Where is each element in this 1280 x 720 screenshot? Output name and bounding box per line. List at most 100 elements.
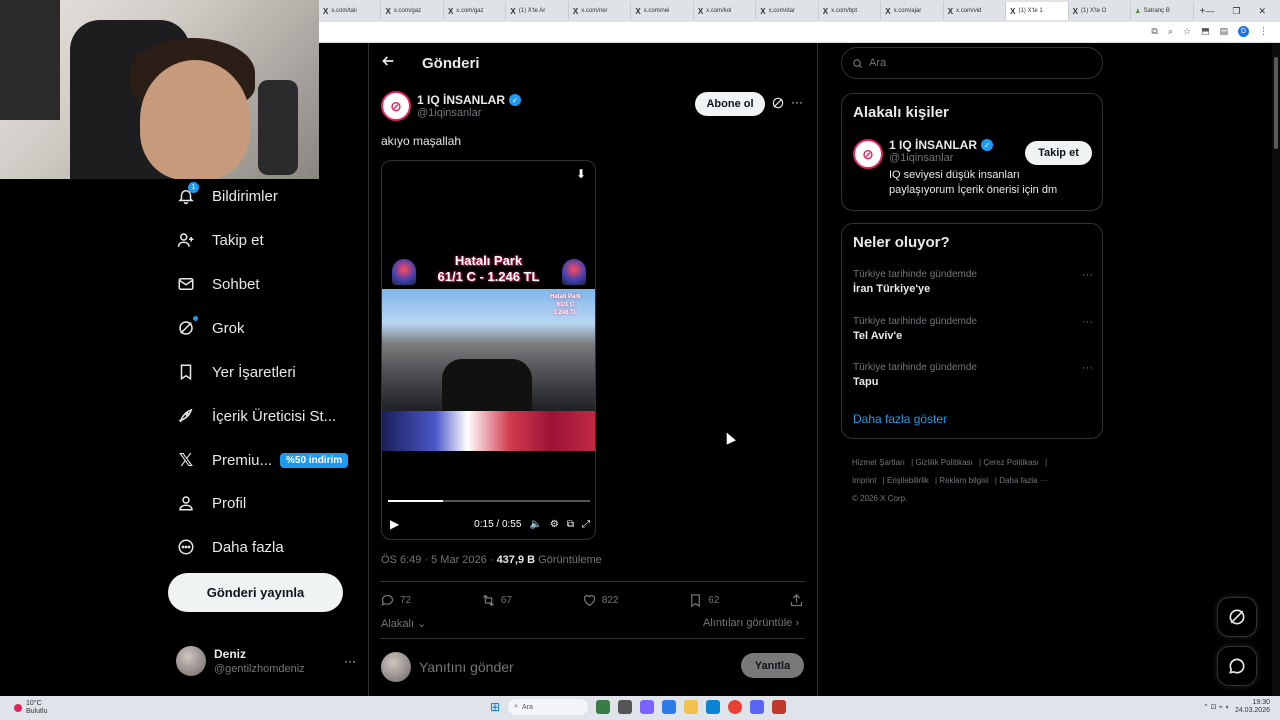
- browser-tab[interactable]: Xx.com/gaz: [381, 2, 444, 20]
- video-progress-bar[interactable]: [388, 500, 590, 502]
- view-quotes-link[interactable]: Alıntıları görüntüle ›: [703, 617, 799, 629]
- browser-tab-active[interactable]: X (1) X'te 1: [1006, 2, 1069, 20]
- taskbar-search[interactable]: ⌕ Ara: [508, 699, 589, 715]
- nav-item-creator-studio[interactable]: İçerik Üreticisi St...: [176, 406, 336, 426]
- profile-avatar[interactable]: D: [1238, 26, 1249, 37]
- browser-tab[interactable]: Xx.com/ner: [569, 2, 632, 20]
- zoom-icon[interactable]: ⌕: [1168, 26, 1173, 37]
- star-icon[interactable]: ☆: [1183, 26, 1191, 37]
- back-arrow-icon[interactable]: [380, 53, 396, 73]
- footer-link[interactable]: Hizmet Şartları: [852, 458, 905, 467]
- chrome-icon[interactable]: [728, 700, 743, 714]
- app-icon[interactable]: [618, 700, 633, 714]
- person-icon: [176, 493, 196, 513]
- related-dropdown[interactable]: Alakalı ⌄: [381, 617, 426, 630]
- page-scrollbar[interactable]: [1272, 43, 1280, 696]
- sidepanel-icon[interactable]: ▤: [1219, 26, 1228, 37]
- discord-icon[interactable]: [750, 700, 765, 714]
- install-icon[interactable]: ⧉: [1151, 26, 1157, 37]
- minimize-icon[interactable]: —: [1205, 6, 1214, 17]
- tweet-author[interactable]: ⊘ 1 IQ İNSANLAR ✓ @1iqinsanlar: [381, 91, 522, 121]
- app-icon[interactable]: [596, 700, 611, 714]
- browser-tab[interactable]: Xx.com/dar: [756, 2, 819, 20]
- close-window-icon[interactable]: ✕: [1258, 6, 1266, 17]
- related-person-avatar[interactable]: ⊘: [853, 139, 883, 169]
- related-person-name[interactable]: 1 IQ İNSANLAR: [889, 138, 977, 152]
- nav-item-grok[interactable]: Grok: [176, 316, 245, 338]
- author-name[interactable]: 1 IQ İNSANLAR: [417, 93, 505, 107]
- edge-icon[interactable]: [706, 700, 721, 714]
- nav-item-premium[interactable]: 𝕏 Premiu... %50 indirim: [176, 450, 349, 470]
- browser-tab[interactable]: ♟ Satranç B: [1131, 2, 1194, 20]
- footer-links: Hizmet Şartları | Gizlilik Politikası | …: [852, 458, 1048, 503]
- settings-icon[interactable]: ⚙: [550, 519, 559, 530]
- share-button[interactable]: [789, 593, 804, 608]
- grok-float-button[interactable]: [1217, 597, 1257, 637]
- browser-tab[interactable]: Xx.com/ajar: [881, 2, 944, 20]
- download-icon[interactable]: ⬇: [576, 167, 586, 181]
- browser-menu-icon[interactable]: ⋮: [1259, 26, 1268, 37]
- video-player[interactable]: ⬇ Hatalı Park 61/1 C - 1.246 TL Hatalı P…: [381, 160, 596, 540]
- extension-icon[interactable]: ⬒: [1201, 26, 1210, 37]
- play-icon[interactable]: ▶: [390, 517, 399, 531]
- weather-widget[interactable]: 10°C Bulutlu: [14, 700, 47, 716]
- more-dots-icon[interactable]: ···: [1082, 316, 1093, 328]
- file-explorer-icon[interactable]: [684, 700, 699, 714]
- windows-start-icon[interactable]: ⊞: [490, 700, 500, 714]
- footer-link[interactable]: Daha fazla ···: [999, 476, 1047, 485]
- subscribe-button[interactable]: Abone ol: [695, 92, 765, 116]
- browser-tab[interactable]: Xx.com/kol: [694, 2, 757, 20]
- app-icon[interactable]: [640, 700, 655, 714]
- browser-tab[interactable]: X (1) X'te O: [1069, 2, 1132, 20]
- footer-link[interactable]: Çerez Politikası: [983, 458, 1039, 467]
- footer-link[interactable]: Gizlilik Politikası: [915, 458, 972, 467]
- reply-button-submit[interactable]: Yanıtla: [741, 653, 804, 678]
- footer-link[interactable]: Imprint: [852, 476, 876, 485]
- nav-item-chat[interactable]: Sohbet: [176, 274, 260, 294]
- messages-float-button[interactable]: [1217, 646, 1257, 686]
- footer-link[interactable]: Reklam bilgisi: [939, 476, 988, 485]
- clock-date: 24.03.2026: [1234, 707, 1270, 714]
- repost-button[interactable]: 67: [481, 593, 512, 608]
- trend-item[interactable]: Türkiye tarihinde gündemde Tel Aviv'e ··…: [853, 316, 1093, 342]
- show-more-link[interactable]: Daha fazla göster: [853, 412, 947, 426]
- post-button[interactable]: Gönderi yayınla: [168, 573, 343, 612]
- follow-button[interactable]: Takip et: [1025, 141, 1092, 165]
- author-avatar[interactable]: ⊘: [381, 91, 411, 121]
- nav-item-profile[interactable]: Profil: [176, 493, 246, 513]
- nav-item-more[interactable]: Daha fazla: [176, 537, 284, 557]
- browser-tab[interactable]: Xx.com/vid: [944, 2, 1007, 20]
- reply-icon: [381, 594, 394, 607]
- tweet-timestamp[interactable]: ÖS 6:49 · 5 Mar 2026 ·: [381, 554, 497, 566]
- nav-item-bookmarks[interactable]: Yer İşaretleri: [176, 362, 296, 382]
- trend-item[interactable]: Türkiye tarihinde gündemde Tapu ···: [853, 362, 1093, 388]
- address-bar[interactable]: ⧉ ⌕ ☆ ⬒ ▤ D ⋮: [319, 22, 1280, 43]
- app-icon[interactable]: [772, 700, 787, 714]
- browser-tab[interactable]: Xx.com/nei: [631, 2, 694, 20]
- account-switcher[interactable]: Deniz @gentilzhomdeniz ···: [176, 646, 356, 676]
- more-dots-icon[interactable]: ···: [1082, 362, 1093, 374]
- bookmark-button[interactable]: 62: [688, 593, 719, 608]
- more-dots-icon[interactable]: ···: [1082, 269, 1093, 281]
- browser-tab[interactable]: Xx.com/gaz: [444, 2, 507, 20]
- trend-item[interactable]: Türkiye tarihinde gündemde İran Türkiye'…: [853, 269, 1093, 295]
- app-icon[interactable]: [662, 700, 677, 714]
- nav-item-follow[interactable]: Takip et: [176, 230, 264, 250]
- like-button[interactable]: 822: [582, 593, 618, 608]
- more-options-icon[interactable]: ···: [791, 95, 803, 109]
- reply-button[interactable]: 72: [380, 593, 411, 608]
- browser-tab[interactable]: X (1) X'te Ar: [506, 2, 569, 20]
- nav-item-notifications[interactable]: 1 Bildirimler: [176, 182, 278, 206]
- search-input[interactable]: Ara: [841, 47, 1103, 79]
- pip-icon[interactable]: ⧉: [567, 519, 574, 530]
- browser-tab[interactable]: Xx.com/bpt: [819, 2, 882, 20]
- maximize-icon[interactable]: ❐: [1232, 6, 1240, 17]
- author-handle[interactable]: @1iqinsanlar: [417, 107, 521, 119]
- grok-explain-icon[interactable]: [771, 96, 785, 115]
- reply-input[interactable]: Yanıtını gönder: [419, 659, 514, 675]
- browser-tab[interactable]: Xx.com/talı: [319, 2, 382, 20]
- footer-link[interactable]: Erişilebilirlik: [887, 476, 929, 485]
- fullscreen-icon[interactable]: ⤢: [582, 519, 590, 530]
- system-tray[interactable]: ⌃ ⊡ ⌁ ◖ 19:30 24.03.2026: [1203, 699, 1270, 715]
- volume-icon[interactable]: 🔈: [529, 519, 541, 530]
